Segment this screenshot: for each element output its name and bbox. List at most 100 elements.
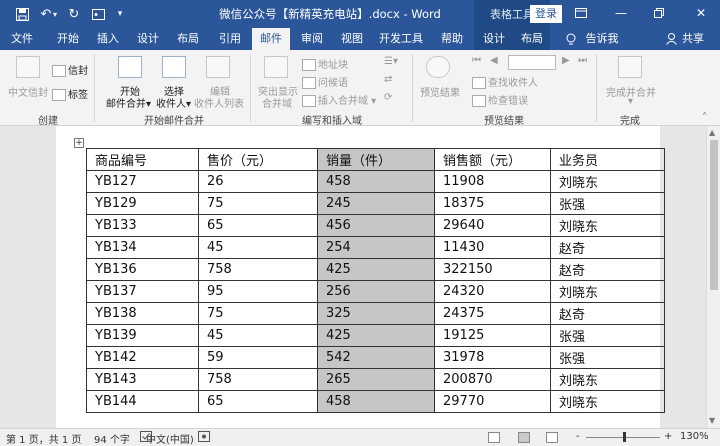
- table-cell[interactable]: 458: [317, 170, 435, 193]
- scroll-up-icon[interactable]: ▲: [709, 128, 715, 137]
- record-number-input[interactable]: [508, 55, 556, 70]
- greeting-line-button[interactable]: 问候语: [302, 74, 348, 89]
- word-count[interactable]: 94 个字: [94, 431, 130, 446]
- undo-dropdown-icon[interactable]: ▾: [50, 4, 60, 24]
- table-cell[interactable]: 758: [198, 368, 318, 391]
- login-button[interactable]: 登录: [530, 5, 562, 23]
- scrollbar-thumb[interactable]: [710, 140, 718, 290]
- table-cell[interactable]: 赵奇: [550, 236, 665, 259]
- table-cell[interactable]: 18375: [434, 192, 551, 215]
- select-recipients-button[interactable]: 收件人▾: [156, 95, 191, 110]
- table-cell[interactable]: YB134: [86, 236, 199, 259]
- table-cell[interactable]: 245: [317, 192, 435, 215]
- table-cell[interactable]: 刘晓东: [550, 390, 665, 413]
- collapse-ribbon-icon[interactable]: ˄: [702, 112, 707, 123]
- table-cell[interactable]: 赵奇: [550, 302, 665, 325]
- table-cell[interactable]: YB142: [86, 346, 199, 369]
- close-icon[interactable]: ✕: [690, 2, 712, 24]
- zoom-level[interactable]: 130%: [680, 431, 709, 442]
- language-indicator[interactable]: 中文(中国): [146, 431, 194, 446]
- tab-mailings[interactable]: 邮件: [252, 28, 290, 50]
- table-cell[interactable]: 29770: [434, 390, 551, 413]
- table-cell[interactable]: 24375: [434, 302, 551, 325]
- table-cell[interactable]: 张强: [550, 324, 665, 347]
- table-cell[interactable]: 59: [198, 346, 318, 369]
- preview-results-button[interactable]: 预览结果: [420, 84, 460, 99]
- macro-record-icon[interactable]: [198, 431, 214, 445]
- start-mail-merge-button[interactable]: 邮件合并▾: [106, 95, 151, 110]
- table-cell[interactable]: 赵奇: [550, 258, 665, 281]
- match-fields-icon[interactable]: ⇄: [384, 74, 392, 85]
- tab-home[interactable]: 开始: [50, 28, 86, 50]
- next-record-icon[interactable]: ▶: [562, 55, 570, 66]
- page-count[interactable]: 第 1 页，共 1 页: [6, 431, 81, 446]
- table-cell[interactable]: YB138: [86, 302, 199, 325]
- table-cell[interactable]: 758: [198, 258, 318, 281]
- table-cell[interactable]: 265: [317, 368, 435, 391]
- table-cell[interactable]: 29640: [434, 214, 551, 237]
- table-cell[interactable]: 65: [198, 214, 318, 237]
- header-cell[interactable]: 销售额（元）: [434, 148, 551, 171]
- zoom-in-button[interactable]: +: [664, 431, 672, 442]
- table-cell[interactable]: 11430: [434, 236, 551, 259]
- table-cell[interactable]: YB143: [86, 368, 199, 391]
- table-cell[interactable]: YB137: [86, 280, 199, 303]
- address-block-button[interactable]: 地址块: [302, 56, 348, 71]
- tab-design[interactable]: 设计: [130, 28, 166, 50]
- save-icon[interactable]: [12, 4, 32, 24]
- tab-insert[interactable]: 插入: [90, 28, 126, 50]
- table-cell[interactable]: YB136: [86, 258, 199, 281]
- read-mode-icon[interactable]: [488, 432, 500, 443]
- zoom-out-button[interactable]: -: [576, 431, 580, 442]
- minimize-icon[interactable]: —: [610, 2, 632, 24]
- table-cell[interactable]: 45: [198, 236, 318, 259]
- table-cell[interactable]: YB127: [86, 170, 199, 193]
- rules-icon[interactable]: ☰▾: [384, 56, 398, 67]
- last-record-icon[interactable]: ⏭: [578, 55, 587, 66]
- print-layout-icon[interactable]: [518, 432, 530, 443]
- share-button[interactable]: 共享: [680, 28, 706, 50]
- table-cell[interactable]: 458: [317, 390, 435, 413]
- table-cell[interactable]: 31978: [434, 346, 551, 369]
- edit-recipient-list-button[interactable]: 收件人列表: [194, 95, 244, 110]
- scroll-down-icon[interactable]: ▼: [709, 416, 715, 425]
- tab-table-design[interactable]: 设计: [476, 28, 512, 50]
- previous-record-icon[interactable]: ◀: [490, 55, 498, 66]
- web-layout-icon[interactable]: [546, 432, 558, 443]
- tab-review[interactable]: 审阅: [294, 28, 330, 50]
- zoom-slider-thumb[interactable]: [623, 432, 626, 442]
- table-cell[interactable]: 95: [198, 280, 318, 303]
- highlight-merge-fields-button[interactable]: 合并域: [262, 95, 292, 110]
- insert-merge-field-button[interactable]: 插入合并域 ▾: [302, 92, 376, 107]
- redo-icon[interactable]: ↻: [64, 4, 84, 24]
- envelope-button[interactable]: 信封: [52, 62, 88, 77]
- first-record-icon[interactable]: ⏮: [472, 55, 481, 66]
- table-cell[interactable]: 542: [317, 346, 435, 369]
- table-cell[interactable]: 256: [317, 280, 435, 303]
- table-cell[interactable]: 425: [317, 258, 435, 281]
- labels-button[interactable]: 标签: [52, 86, 88, 101]
- tab-layout[interactable]: 布局: [170, 28, 206, 50]
- tab-table-layout[interactable]: 布局: [514, 28, 550, 50]
- table-cell[interactable]: 刘晓东: [550, 280, 665, 303]
- tab-developer[interactable]: 开发工具: [376, 28, 426, 50]
- chinese-envelope-button[interactable]: 中文信封: [8, 84, 48, 99]
- table-cell[interactable]: 456: [317, 214, 435, 237]
- table-cell[interactable]: YB133: [86, 214, 199, 237]
- table-cell[interactable]: 325: [317, 302, 435, 325]
- finish-merge-dropdown-icon[interactable]: ▾: [628, 96, 633, 107]
- header-cell[interactable]: 业务员: [550, 148, 665, 171]
- table-cell[interactable]: 张强: [550, 192, 665, 215]
- table-cell[interactable]: 75: [198, 302, 318, 325]
- check-errors-button[interactable]: 检查错误: [472, 92, 528, 107]
- table-cell[interactable]: YB144: [86, 390, 199, 413]
- qat-more-icon[interactable]: ▾: [110, 4, 130, 24]
- tab-file[interactable]: 文件: [4, 28, 40, 50]
- header-cell[interactable]: 售价（元）: [198, 148, 318, 171]
- table-cell[interactable]: YB139: [86, 324, 199, 347]
- table-cell[interactable]: 254: [317, 236, 435, 259]
- table-cell[interactable]: 刘晓东: [550, 170, 665, 193]
- table-cell[interactable]: 45: [198, 324, 318, 347]
- table-cell[interactable]: 24320: [434, 280, 551, 303]
- tab-references[interactable]: 引用: [212, 28, 248, 50]
